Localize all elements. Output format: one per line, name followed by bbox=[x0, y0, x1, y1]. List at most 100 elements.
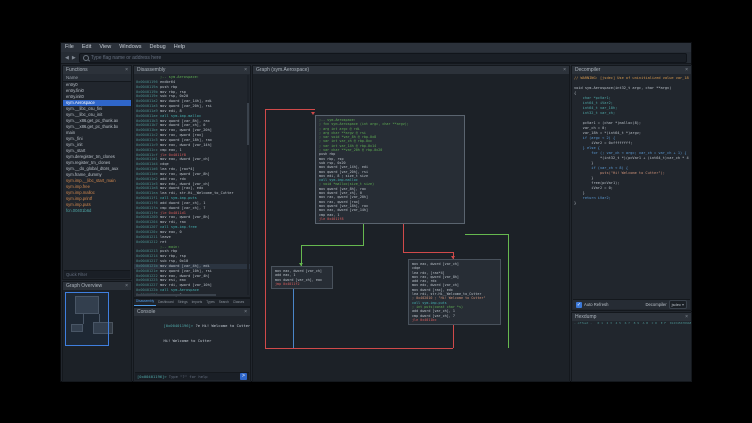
graph-edge bbox=[265, 109, 315, 110]
menu-item[interactable]: View bbox=[95, 43, 115, 52]
auto-refresh-checkbox[interactable]: ✓ bbox=[576, 302, 582, 308]
dock-tab[interactable]: Types bbox=[204, 298, 217, 306]
function-name: sym.deregister_tm_clones bbox=[66, 154, 115, 159]
function-name: sym.frame_dummy bbox=[66, 172, 102, 177]
graph-edge bbox=[363, 222, 364, 246]
graph-overview-title: Graph Overview bbox=[66, 283, 102, 289]
scrollbar-thumb[interactable] bbox=[247, 103, 249, 145]
forward-button[interactable]: ▶ bbox=[72, 52, 76, 64]
function-item[interactable]: fcn.00401b6d bbox=[63, 208, 131, 214]
graph-edge bbox=[508, 234, 509, 348]
menu-item[interactable]: Debug bbox=[146, 43, 170, 52]
decompiler-select[interactable]: jsdec ▾ bbox=[669, 300, 687, 309]
functions-list: entry0 entry.fini0 entry.init0 sym.Aeros… bbox=[63, 82, 131, 214]
hexdump-row[interactable]: 0x00401230b800 0000 00c9 c366 2e0f 1f84 … bbox=[572, 373, 691, 378]
hexdump-row[interactable]: 0x00401190f30f 1efa 5548 89e5 4883 ec20 … bbox=[572, 326, 691, 331]
dock-tab[interactable]: Search bbox=[217, 298, 231, 306]
decompiler-panel: Decompiler × // WARNING: [jsdec] Use of … bbox=[571, 65, 692, 311]
hexdump-panel-title: Hexdump bbox=[575, 314, 596, 320]
hexdump-row[interactable]: 0x00401200ffff 90c9 c355 4889 e548 83ec … bbox=[572, 359, 691, 364]
console-panel: Console × [0x00401196]> ?e Hi! Welcome t… bbox=[133, 307, 251, 382]
console-send-button[interactable]: > bbox=[240, 373, 247, 380]
hexdump-row[interactable]: 0x004012104889 75f0 8b45 fc89 c648 8b7d … bbox=[572, 363, 691, 368]
quick-filter-input[interactable] bbox=[66, 272, 128, 277]
dock-tab[interactable]: Classes bbox=[231, 298, 246, 306]
function-name: sym.__libc_csu_init bbox=[66, 112, 102, 117]
graph-edge bbox=[403, 252, 453, 253]
graph-edge bbox=[465, 234, 508, 235]
dock-tab[interactable]: Dashboard bbox=[156, 298, 176, 306]
close-icon[interactable]: × bbox=[244, 66, 247, 74]
hexdump-row[interactable]: 0x0040124000f3 0f1e fa41 5749 89d7 4156 … bbox=[572, 377, 691, 382]
graph-panel: Graph (sym.Aerospace) × bbox=[252, 65, 570, 382]
dock-tab-bar: DisassemblyDashboardStringsImportsTypesS… bbox=[133, 298, 251, 307]
hexdump-panel: Hexdump × - offset - 0 1 2 3 4 5 6 7 8 9… bbox=[571, 312, 692, 382]
decompiler-select-label: Decompiler bbox=[645, 302, 666, 307]
close-icon[interactable]: × bbox=[685, 313, 688, 321]
graph-overview-panel: Graph Overview × bbox=[62, 281, 132, 382]
graph-block-loop-increment[interactable]: mov eax, dword [var_ch]add eax, 1mov dwo… bbox=[271, 266, 333, 289]
graph-edge bbox=[403, 222, 404, 252]
graph-canvas[interactable]: ;-- sym.Aerospace:; fcn sym.Aerospace (i… bbox=[253, 74, 569, 381]
decompiler-line[interactable]: // WARNING: [jsdec] Use of uninitialized… bbox=[574, 76, 689, 81]
function-name: sym.imp.malloc bbox=[66, 190, 95, 195]
hexdump-row[interactable]: 0x004011d0f489 1083 45f4 018b 45f4 3b45 … bbox=[572, 344, 691, 349]
menu-item[interactable]: Edit bbox=[78, 43, 95, 52]
function-name: sym.Aerospace bbox=[66, 100, 95, 105]
back-button[interactable]: ◀ bbox=[65, 52, 69, 64]
cutter-window: FileEditViewWindowsDebugHelp ◀ ▶ Functio… bbox=[60, 42, 692, 382]
function-name: sym._fini bbox=[66, 136, 83, 141]
function-name: main bbox=[66, 130, 75, 135]
decompiler-code: // WARNING: [jsdec] Use of uninitialized… bbox=[572, 74, 691, 208]
screen-background: FileEditViewWindowsDebugHelp ◀ ▶ Functio… bbox=[0, 0, 752, 423]
functions-column-header[interactable]: Name bbox=[63, 74, 131, 82]
graph-edge bbox=[301, 245, 364, 246]
close-icon[interactable]: × bbox=[244, 308, 247, 316]
hexdump-row[interactable]: 0x004011a08975 e0bf 0800 0000 e8b2 feff … bbox=[572, 330, 691, 335]
hexdump-row[interactable]: 0x004011b0f8c7 45f4 0000 0000 eb36 8b45 … bbox=[572, 335, 691, 340]
dock-tab[interactable]: Imports bbox=[190, 298, 205, 306]
search-input[interactable] bbox=[91, 55, 683, 61]
menu-item[interactable]: Help bbox=[170, 43, 189, 52]
hexdump-row[interactable]: 0x004011c08d14 8500 0000 0048 8b45 f848 … bbox=[572, 340, 691, 345]
functions-panel-title: Functions bbox=[66, 67, 88, 73]
console-prompt: [0x00401196]> bbox=[137, 374, 167, 379]
graph-block-loop-body[interactable]: mov eax, dword [var_ch]cdqelea rdx, [rax… bbox=[408, 259, 501, 325]
functions-panel: Functions × Name entry0 entry.fini0 entr… bbox=[62, 65, 132, 280]
search-box bbox=[79, 53, 687, 63]
horizontal-scrollbar-thumb[interactable] bbox=[136, 294, 216, 296]
function-name: sym.imp.puts bbox=[66, 202, 91, 207]
function-name: sym.imp.__libc_start_main bbox=[66, 178, 116, 183]
decompiler-toolbar: ✓ Auto Refresh Decompiler jsdec ▾ bbox=[573, 299, 690, 309]
close-icon[interactable]: × bbox=[125, 66, 128, 74]
console-line: Hi! Welcome to Cutter bbox=[136, 333, 248, 348]
toolbar: ◀ ▶ bbox=[61, 52, 691, 64]
dock-tab[interactable]: Disassembly bbox=[134, 297, 156, 306]
console-line: [0x00401196]> ?e Hi! Welcome to Cutter bbox=[136, 318, 248, 333]
console-input-row: [0x00401196]> > bbox=[135, 372, 249, 380]
decompiler-line[interactable]: } bbox=[574, 201, 689, 206]
close-icon[interactable]: × bbox=[685, 66, 688, 74]
function-name: sym.__x86.get_pc_thunk.bx bbox=[66, 124, 118, 129]
console-line-text: Hi! Welcome to Cutter bbox=[163, 338, 211, 343]
graph-edge bbox=[265, 109, 266, 348]
menu-item[interactable]: Windows bbox=[115, 43, 145, 52]
close-icon[interactable]: × bbox=[563, 66, 566, 74]
close-icon[interactable]: × bbox=[125, 282, 128, 290]
function-name: sym.__libc_csu_fini bbox=[66, 106, 102, 111]
console-line-text: ?e Hi! Welcome to Cutter bbox=[193, 323, 250, 328]
disassembly-panel: Disassembly × ;-- sym.Aerospace: 0x00401… bbox=[133, 65, 251, 298]
function-name: entry.fini0 bbox=[66, 88, 84, 93]
scrollbar[interactable] bbox=[247, 75, 249, 295]
disassembly-panel-title: Disassembly bbox=[137, 67, 165, 73]
function-name: sym.register_tm_clones bbox=[66, 160, 110, 165]
minimap-viewport[interactable] bbox=[65, 292, 109, 346]
function-name: entry0 bbox=[66, 82, 78, 87]
graph-block-entry[interactable]: ;-- sym.Aerospace:; fcn sym.Aerospace (i… bbox=[315, 115, 465, 224]
auto-refresh-label: Auto Refresh bbox=[584, 302, 608, 307]
hexdump-row[interactable]: 0x004011e08d3d 2d0e 0000 e85e feff ffb8 … bbox=[572, 349, 691, 354]
console-input[interactable] bbox=[169, 374, 238, 379]
function-name: sym.__x86.get_pc_thunk.ax bbox=[66, 118, 118, 123]
hexdump-body: - offset - 0 1 2 3 4 5 6 7 8 9 A B C D E… bbox=[572, 321, 691, 382]
dock-tab[interactable]: Strings bbox=[176, 298, 190, 306]
